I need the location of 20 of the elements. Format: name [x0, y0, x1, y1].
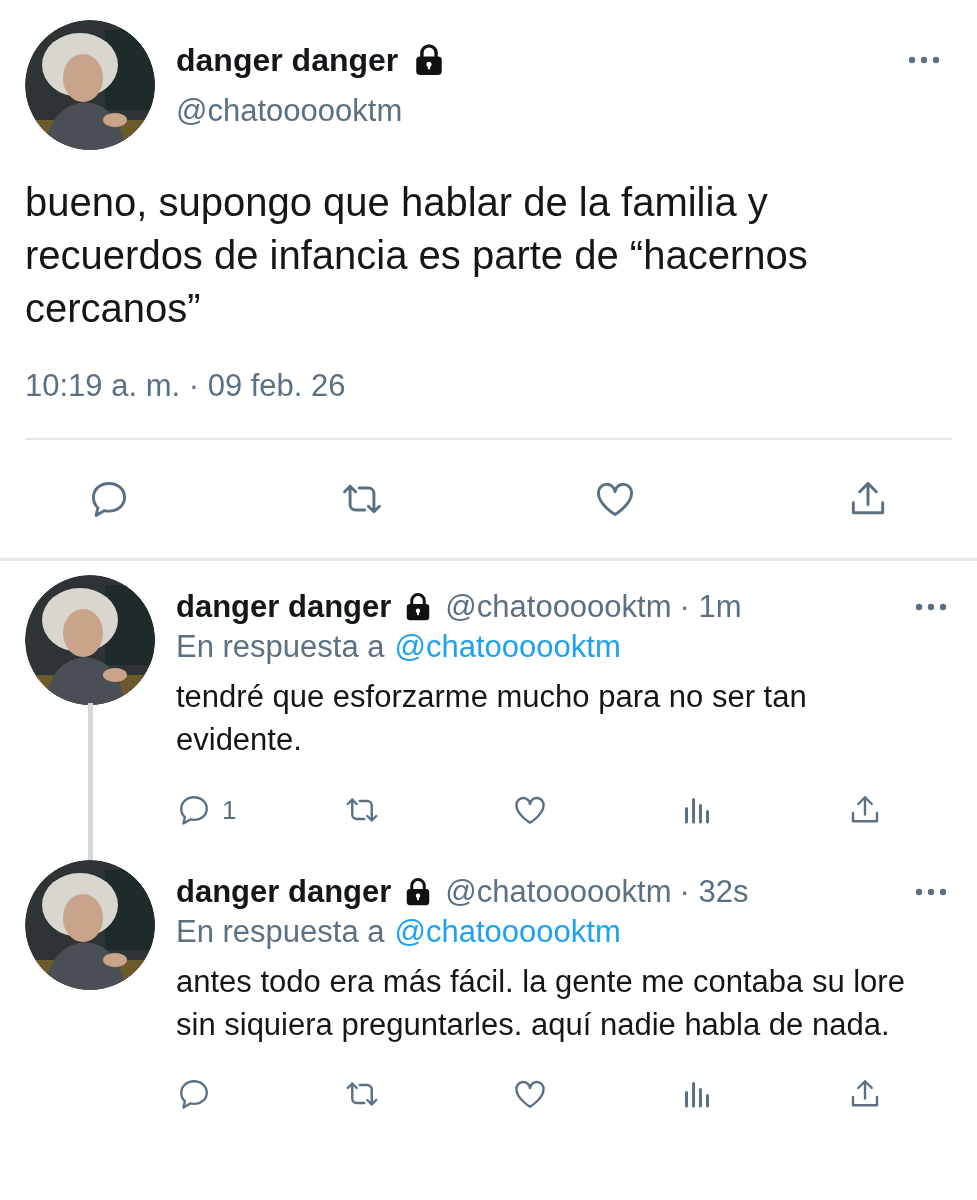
author-name: danger danger [176, 872, 392, 911]
author-handle: @chatoooooktm [445, 587, 672, 626]
mention-link[interactable]: @chatoooooktm [394, 911, 621, 952]
author-name: danger danger [176, 587, 392, 626]
more-icon[interactable] [915, 602, 947, 611]
reply-to-label: En respuesta a [176, 627, 385, 666]
tweet-text: bueno, supongo que hablar de la familia y recuerdos de infancia es parte de “hacernos cercanos” [25, 179, 809, 332]
more-icon[interactable] [915, 887, 947, 896]
more-icon[interactable] [908, 56, 940, 64]
author-handle: @chatoooooktm [445, 872, 672, 911]
reply-text: antes todo era más fácil. la gente me contaba su lore sin siquiera preguntarles. aquí nadie habla de nada. [176, 962, 906, 1044]
reply-text: tendré que esforzarme mucho para no ser tan evidente. [176, 677, 808, 759]
author-handle: @chatoooooktm [176, 92, 404, 130]
tweet-time: · 32s [679, 872, 749, 911]
reply-to-label: En respuesta a [176, 912, 385, 951]
mention-link[interactable]: @chatoooooktm [394, 626, 621, 667]
tweet-timestamp: 10:19 a. m. · 09 feb. 26 [25, 367, 347, 405]
author-name: danger danger [176, 41, 399, 80]
tweet-time: · 1m [679, 587, 742, 626]
reply-count: 1 [222, 793, 237, 827]
